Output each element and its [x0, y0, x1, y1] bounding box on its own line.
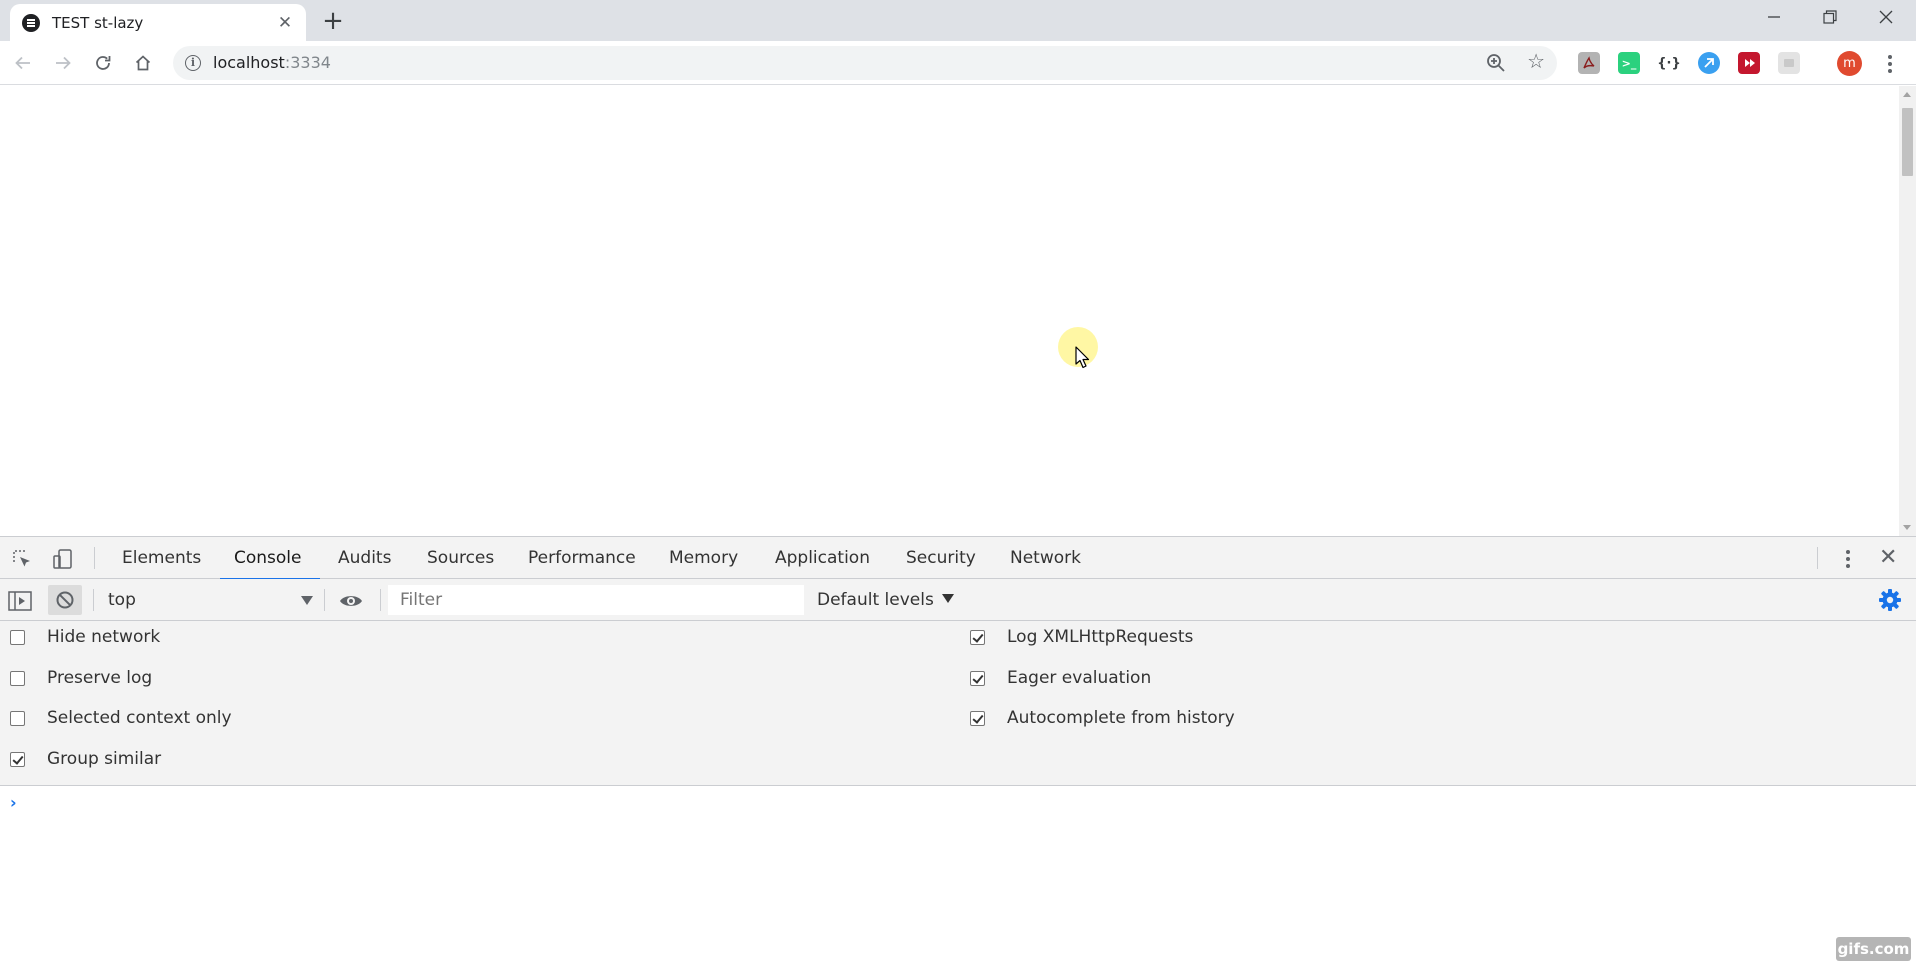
page-favicon-icon [22, 13, 40, 32]
close-window-icon[interactable] [1858, 0, 1914, 34]
scrollbar-thumb[interactable] [1902, 108, 1913, 176]
home-button[interactable] [127, 47, 159, 79]
console-toolbar: top Default levels [0, 579, 1916, 621]
checkbox[interactable] [10, 629, 25, 645]
checkbox[interactable] [970, 670, 985, 686]
toolbar-divider [94, 547, 95, 569]
watermark: gifs.com [1836, 937, 1911, 961]
minimize-window-icon[interactable] [1746, 0, 1802, 34]
site-info-icon[interactable]: i [185, 55, 201, 71]
browser-toolbar: i localhost:3334 ☆ >_ {·} m [0, 41, 1916, 85]
checkbox[interactable] [970, 629, 985, 645]
tab-memory[interactable]: Memory [669, 537, 738, 579]
log-xmlhttprequests-option[interactable]: Log XMLHttpRequests [970, 625, 1193, 649]
hide-network-option[interactable]: Hide network [10, 625, 160, 649]
checkbox[interactable] [10, 751, 25, 767]
checkbox[interactable] [10, 670, 25, 686]
browser-menu-icon[interactable] [1878, 52, 1902, 76]
console-settings-pane: Hide network Preserve log Selected conte… [0, 621, 1916, 786]
toolbar-divider [93, 589, 94, 611]
inspect-element-icon[interactable] [9, 546, 35, 572]
dropdown-arrow-icon [301, 596, 313, 605]
toolbar-divider [380, 589, 381, 611]
mouse-pointer-icon [1075, 346, 1090, 369]
tab-network[interactable]: Network [1010, 537, 1081, 579]
checkbox[interactable] [10, 710, 25, 726]
page-content [0, 86, 1916, 536]
toolbar-divider [324, 589, 325, 611]
devtools-menu-icon[interactable] [1838, 546, 1858, 572]
eager-evaluation-option[interactable]: Eager evaluation [970, 666, 1151, 690]
terminal-extension-icon[interactable]: >_ [1618, 52, 1640, 74]
zoom-icon[interactable] [1485, 52, 1507, 74]
tab-audits[interactable]: Audits [338, 537, 391, 579]
console-filter-input[interactable] [388, 585, 804, 615]
preserve-log-option[interactable]: Preserve log [10, 666, 152, 690]
log-levels-dropdown[interactable]: Default levels [817, 587, 954, 613]
dropdown-arrow-icon [941, 594, 954, 603]
scroll-up-arrow[interactable] [1903, 92, 1911, 97]
devtools-panel: Elements Console Audits Sources Performance M… [0, 536, 1916, 968]
reload-button[interactable] [87, 47, 119, 79]
profile-avatar[interactable]: m [1837, 51, 1862, 76]
bookmark-star-icon[interactable]: ☆ [1527, 49, 1545, 73]
react-extension-icon[interactable] [1698, 52, 1720, 74]
toolbar-divider [1817, 547, 1818, 569]
tab-application[interactable]: Application [775, 537, 870, 579]
tab-strip: TEST st-lazy ✕ + [0, 0, 1916, 41]
back-button[interactable] [7, 47, 39, 79]
scroll-down-arrow[interactable] [1903, 525, 1911, 530]
context-selector[interactable]: top [108, 587, 313, 613]
selected-context-only-option[interactable]: Selected context only [10, 706, 232, 730]
tab-title: TEST st-lazy [52, 13, 144, 32]
tab-security[interactable]: Security [906, 537, 976, 579]
url-text: localhost:3334 [213, 53, 331, 72]
show-sidebar-icon[interactable] [7, 588, 33, 614]
device-toolbar-icon[interactable] [50, 546, 76, 572]
autocomplete-from-history-option[interactable]: Autocomplete from history [970, 706, 1235, 730]
console-settings-gear-icon[interactable] [1878, 588, 1902, 612]
disabled-extension-icon[interactable] [1778, 52, 1800, 74]
close-devtools-icon[interactable]: ✕ [1879, 545, 1897, 570]
console-prompt-chevron-icon[interactable]: › [10, 793, 17, 812]
browser-tab[interactable]: TEST st-lazy ✕ [10, 4, 306, 41]
tab-elements[interactable]: Elements [122, 537, 201, 579]
address-bar[interactable]: i localhost:3334 ☆ [173, 46, 1557, 80]
forward-button[interactable] [47, 47, 79, 79]
json-extension-icon[interactable]: {·} [1657, 52, 1680, 74]
close-tab-icon[interactable]: ✕ [274, 12, 296, 34]
devtools-tabbar: Elements Console Audits Sources Performance M… [0, 537, 1916, 580]
group-similar-option[interactable]: Group similar [10, 747, 161, 771]
clear-console-icon[interactable] [48, 585, 82, 615]
new-tab-button[interactable]: + [318, 6, 348, 36]
tab-performance[interactable]: Performance [528, 537, 636, 579]
restore-window-icon[interactable] [1802, 0, 1858, 34]
console-output[interactable]: › [0, 786, 1916, 968]
tab-sources[interactable]: Sources [427, 537, 494, 579]
tab-console[interactable]: Console [220, 537, 319, 580]
page-scrollbar[interactable] [1899, 86, 1916, 536]
live-expression-eye-icon[interactable] [338, 588, 364, 614]
pdf-extension-icon[interactable] [1578, 52, 1600, 74]
media-extension-icon[interactable] [1738, 52, 1760, 74]
checkbox[interactable] [970, 710, 985, 726]
